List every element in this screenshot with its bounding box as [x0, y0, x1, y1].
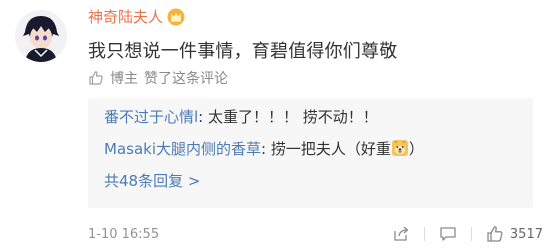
crown-badge-icon [167, 8, 185, 26]
doge-emoji-icon [391, 139, 409, 157]
reply-separator: : [261, 140, 267, 158]
replies-panel: 番不过于心情l: 太重了！！！ 捞不动！！ Masaki大腿内侧的香草: 捞一把… [88, 98, 533, 208]
username-text[interactable]: 神奇陆夫人 [88, 6, 163, 27]
action-divider [470, 227, 472, 241]
comment-text: 我只想说一件事情，育碧值得你们尊敬 [88, 41, 398, 62]
thumb-up-icon [88, 70, 104, 86]
avatar-image [15, 10, 67, 62]
reply-username[interactable]: Masaki大腿内侧的香草 [104, 140, 261, 158]
comment-username[interactable]: 神奇陆夫人 [88, 6, 185, 27]
action-divider [423, 227, 425, 241]
reply-text: 太重了！！！ 捞不动！！ [208, 108, 378, 126]
reply-text-end: ） [408, 140, 424, 158]
more-replies-link[interactable]: 共48条回复 > [104, 170, 533, 191]
reply-item: Masaki大腿内侧的香草: 捞一把夫人（好重 ） [104, 139, 533, 170]
comment-footer: 1-10 16:55 3517 [88, 224, 543, 244]
reply-username[interactable]: 番不过于心情l [104, 108, 198, 126]
comment-actions: 3517 [392, 225, 543, 243]
comment-icon[interactable] [439, 225, 457, 243]
reply-text: 捞一把夫人（好重 [270, 140, 391, 158]
blogger-label[interactable]: 博主 [110, 68, 138, 88]
reply-separator: : [198, 108, 204, 126]
like-count: 3517 [509, 226, 543, 242]
share-icon[interactable] [392, 225, 410, 243]
comment-timestamp: 1-10 16:55 [88, 226, 160, 242]
thumb-up-icon[interactable] [486, 225, 504, 243]
avatar[interactable] [15, 10, 67, 62]
liked-note-text: 赞了这条评论 [144, 71, 228, 87]
liked-by-author-note: 博主 赞了这条评论 [88, 68, 228, 88]
reply-item: 番不过于心情l: 太重了！！！ 捞不动！！ [104, 108, 533, 139]
